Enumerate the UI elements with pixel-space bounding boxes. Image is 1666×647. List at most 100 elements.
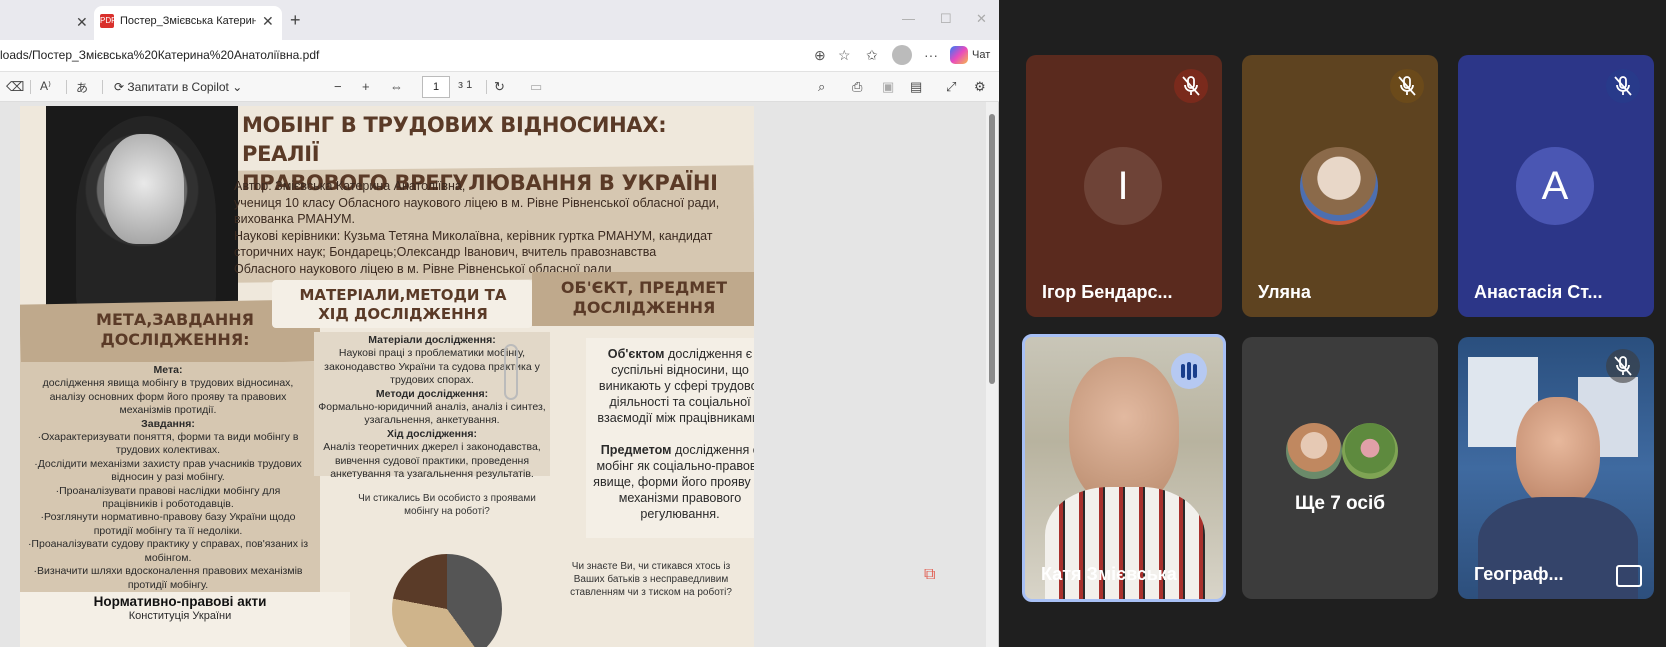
search-icon[interactable]: ⌕ [818,79,825,95]
more-participants-label: Ще 7 осіб [1295,493,1385,514]
photo-face [104,134,184,244]
tab-title: Постер_Змієвська Катерина Анат [120,15,256,27]
maximize-icon[interactable]: ☐ [940,11,952,27]
object-heading: ОБ'ЄКТ, ПРЕДМЕТ ДОСЛІДЖЕННЯ [560,278,728,317]
mic-off-icon [1606,69,1640,103]
browser-window: ✕ PDF Постер_Змієвська Катерина Анат ✕ +… [0,0,999,647]
acts-first-item: Конституція України [128,610,232,622]
survey-question-2: Чи знаєте Ви, чи стикався хтось із Ваших… [570,561,732,598]
paperclip-decoration [504,344,518,400]
block-line: ·Проаналізувати правові наслідки мобінгу… [55,484,281,497]
goal-heading: МЕТА,ЗАВДАННЯ ДОСЛІДЖЕННЯ: [96,310,254,349]
pdf-viewer[interactable]: МОБІНГ В ТРУДОВИХ ВІДНОСИНАХ: РЕАЛІЇ ПРА… [0,102,998,647]
divider [66,80,67,94]
block-line: працівників і роботодавців. [102,498,234,511]
acts-heading: Нормативно-правові акти [93,594,267,609]
fit-page-icon[interactable]: ⇔ [390,79,403,94]
participant-tile[interactable]: І Ігор Бендарс... [1026,55,1222,317]
subject-bold: Предметом [600,443,672,457]
block-line: протидії мобінгу. [127,578,209,591]
block-line: ·Розглянути нормативно-правову базу Укра… [40,511,296,524]
mic-off-icon [1606,349,1640,383]
block-line: дослідження явища мобінгу в трудових від… [42,377,294,390]
block-line: Аналіз теоретичних джерел і законодавств… [323,441,541,454]
copilot-icon[interactable] [950,46,968,64]
block-line: ·Проаналізувати судову практику у справа… [27,538,309,551]
scrollbar-thumb[interactable] [989,114,995,384]
participant-avatar: І [1084,147,1162,225]
participant-tile[interactable]: Уляна [1242,55,1438,317]
acrobat-icon[interactable]: ⧉ [924,566,935,584]
rotate-icon[interactable]: ↻ [494,79,505,95]
print-icon[interactable]: ⎙ [852,79,862,95]
chat-label[interactable]: Чат [972,49,990,61]
block-line: механізмів протидії. [119,404,217,417]
pdf-toolbar: ⌫ A⁾ あ ⟳ Запитати в Copilot ⌄ − + ⇔ 1 з … [0,72,999,102]
author-line: сторичних наук; Бондарець;Олександр Іван… [234,245,657,259]
participant-name: Уляна [1258,282,1311,302]
ask-copilot-label: Запитати в Copilot [127,80,229,94]
mic-off-icon [1174,69,1208,103]
pip-expand-icon[interactable] [1616,565,1642,587]
pdf-icon: PDF [100,14,116,28]
participant-name: Катя Змієвська [1041,564,1177,584]
favorites-icon[interactable]: ✩ [866,47,878,64]
block-line: узагальнення, анкетування. [364,414,500,427]
object-text: Об'єктом дослідження є суспільні відноси… [590,346,754,522]
block-line: мобінгом. [144,551,192,564]
mic-off-icon [1390,69,1424,103]
block-line: протидії мобінгу та її недоліки. [93,524,243,537]
block-line: аналізу основних форм його прояву та пра… [49,390,287,403]
page-number-input[interactable]: 1 [422,76,450,98]
author-photo [46,106,238,316]
pdf-scrollbar[interactable] [986,102,998,647]
save-icon[interactable]: ▣ [882,79,894,95]
participant-mini-avatar [1286,423,1342,479]
new-tab-button[interactable]: + [290,10,301,31]
close-icon[interactable]: ✕ [262,13,274,30]
zoom-icon[interactable]: ⊕ [814,47,826,64]
ask-copilot-button[interactable]: ⟳ Запитати в Copilot ⌄ [114,80,242,94]
tab-active-pdf[interactable]: PDF Постер_Змієвська Катерина Анат ✕ [94,6,282,40]
more-participants-tile[interactable]: Ще 7 осіб [1242,337,1438,599]
url-field[interactable]: loads/Постер_Змієвська%20Катерина%20Анат… [0,48,319,62]
block-line: ·Дослідити механізми захисту прав учасни… [34,457,302,470]
close-window-icon[interactable]: ✕ [976,11,987,27]
video-face [1516,397,1600,507]
fullscreen-icon[interactable]: ⤢ [946,79,956,95]
participant-name: Географ... [1474,564,1564,584]
block-heading: Хід дослідження: [387,427,477,440]
favorite-star-icon[interactable]: ☆ [838,47,851,64]
zoom-out-icon[interactable]: − [334,79,342,94]
participant-photo-avatar [1300,147,1378,225]
block-line: ·Охарактеризувати поняття, форми та види… [37,431,299,444]
survey-question-1: Чи стикались Ви особисто з проявами мобі… [358,493,536,517]
close-icon[interactable]: ✕ [76,14,88,31]
participant-name: Анастасія Ст... [1474,282,1603,302]
more-icon[interactable]: ··· [924,47,938,63]
block-heading: Мета: [153,364,183,376]
block-line: Формально-юридичний аналіз, аналіз і син… [318,401,546,414]
participant-tile-speaking[interactable]: Катя Змієвська [1022,334,1226,602]
eraser-icon[interactable]: ⌫ [6,79,24,95]
author-line: учениця 10 класу Обласного наукового ліц… [234,195,720,210]
translate-icon[interactable]: あ [76,79,88,96]
page-view-icon[interactable]: ▭ [530,79,542,95]
participant-mini-avatar [1342,423,1398,479]
profile-avatar[interactable] [892,45,912,65]
tab-previous[interactable]: ✕ [0,6,92,40]
participant-avatar: А [1516,147,1594,225]
block-line: трудових колективах. [115,444,221,457]
participant-tile[interactable]: Географ... [1458,337,1654,599]
participant-tile[interactable]: А Анастасія Ст... [1458,55,1654,317]
poster-page: МОБІНГ В ТРУДОВИХ ВІДНОСИНАХ: РЕАЛІЇ ПРА… [20,106,754,647]
minimize-icon[interactable]: — [902,11,915,26]
block-line: ·Визначити шляхи вдосконалення правових … [33,565,303,578]
divider [102,80,103,94]
author-line: Наукові керівники: Кузьма Тетяна Миколаї… [234,228,713,243]
settings-gear-icon[interactable]: ⚙ [974,79,986,95]
save-as-icon[interactable]: ▤ [910,79,922,95]
zoom-in-icon[interactable]: + [362,79,370,94]
read-aloud-icon[interactable]: A⁾ [40,79,51,93]
block-line: відносин у разі мобінгу. [111,471,225,484]
